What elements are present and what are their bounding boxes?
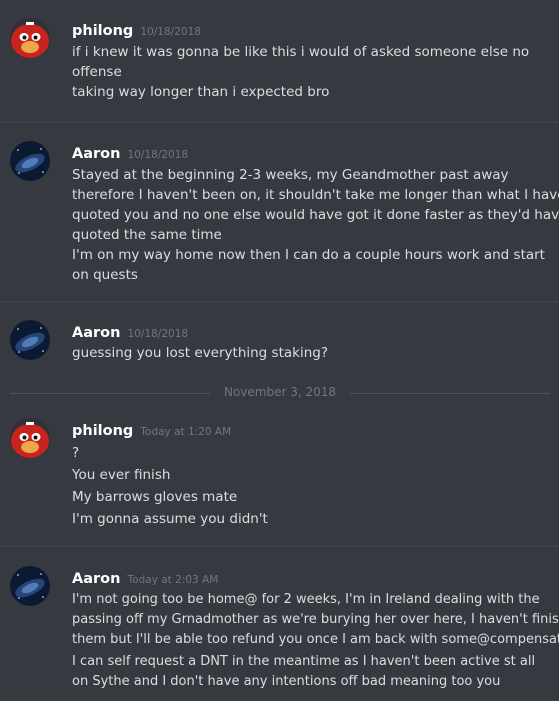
message-line: guessing you lost everything staking?: [72, 345, 329, 361]
avatar[interactable]: [10, 320, 50, 360]
message-line: on Sythe and I don't have any intentions…: [72, 674, 501, 689]
message-separator: [0, 122, 559, 123]
message-line: I'm on my way home now then I can do a c…: [72, 247, 545, 263]
message-line: if i knew it was gonna be like this i wo…: [72, 44, 530, 60]
message-body: I'm not going too be home@ for 2 weeks, …: [72, 590, 559, 692]
message-header: philong Today at 1:20 AM: [72, 420, 231, 439]
day-divider: November 3, 2018: [10, 383, 550, 403]
ugandan-knuckles-avatar-icon: [10, 418, 50, 458]
galaxy-avatar-icon: [10, 141, 50, 181]
message-line: them but I'll be able too refund you onc…: [72, 632, 559, 647]
message-line: I'm not going too be home@ for 2 weeks, …: [72, 592, 540, 607]
message-line: passing off my Grnadmother as we're bury…: [72, 612, 559, 627]
message-separator: [0, 301, 559, 302]
message-body: guessing you lost everything staking?: [72, 343, 556, 363]
author-name[interactable]: Aaron: [72, 571, 120, 587]
message-line: offense: [72, 64, 122, 80]
avatar[interactable]: [10, 141, 50, 181]
day-divider-label: November 3, 2018: [10, 385, 550, 399]
message-line: I can self request a DNT in the meantime…: [72, 654, 536, 669]
message-body: ? You ever finish My barrows gloves mate…: [72, 442, 556, 530]
timestamp: Today at 2:03 AM: [127, 574, 219, 586]
avatar[interactable]: [10, 566, 50, 606]
message-body: if i knew it was gonna be like this i wo…: [72, 42, 556, 102]
author-name[interactable]: Aaron: [72, 146, 120, 162]
timestamp: 10/18/2018: [127, 149, 189, 161]
timestamp: 10/18/2018: [140, 26, 201, 38]
message-line: ?: [72, 445, 80, 461]
galaxy-avatar-icon: [10, 566, 50, 606]
message-body: Stayed at the beginning 2-3 weeks, my Ge…: [72, 165, 559, 285]
galaxy-avatar-icon: [10, 320, 50, 360]
avatar[interactable]: [10, 18, 50, 58]
timestamp: Today at 1:20 AM: [140, 426, 232, 438]
message-line: I'm gonna assume you didn't: [72, 511, 268, 527]
message-line: quoted you and no one else would have go…: [72, 207, 559, 223]
message-separator: [0, 546, 559, 547]
message-line: Stayed at the beginning 2-3 weeks, my Ge…: [72, 167, 509, 183]
timestamp: 10/18/2018: [127, 328, 189, 340]
message-line: therefore I haven't been on, it shouldn'…: [72, 187, 559, 203]
message-line: You ever finish: [72, 467, 171, 483]
message-line: on quests: [72, 267, 138, 283]
message-line: taking way longer than i expected bro: [72, 84, 330, 100]
author-name[interactable]: philong: [72, 423, 133, 439]
message-header: Aaron Today at 2:03 AM: [72, 568, 218, 587]
ugandan-knuckles-avatar-icon: [10, 18, 50, 58]
author-name[interactable]: Aaron: [72, 325, 120, 341]
message-header: philong 10/18/2018: [72, 20, 201, 39]
message-line: quoted the same time: [72, 227, 222, 243]
message-header: Aaron 10/18/2018: [72, 322, 188, 341]
message-line: My barrows gloves mate: [72, 489, 238, 505]
avatar[interactable]: [10, 418, 50, 458]
author-name[interactable]: philong: [72, 23, 133, 39]
message-header: Aaron 10/18/2018: [72, 143, 188, 162]
